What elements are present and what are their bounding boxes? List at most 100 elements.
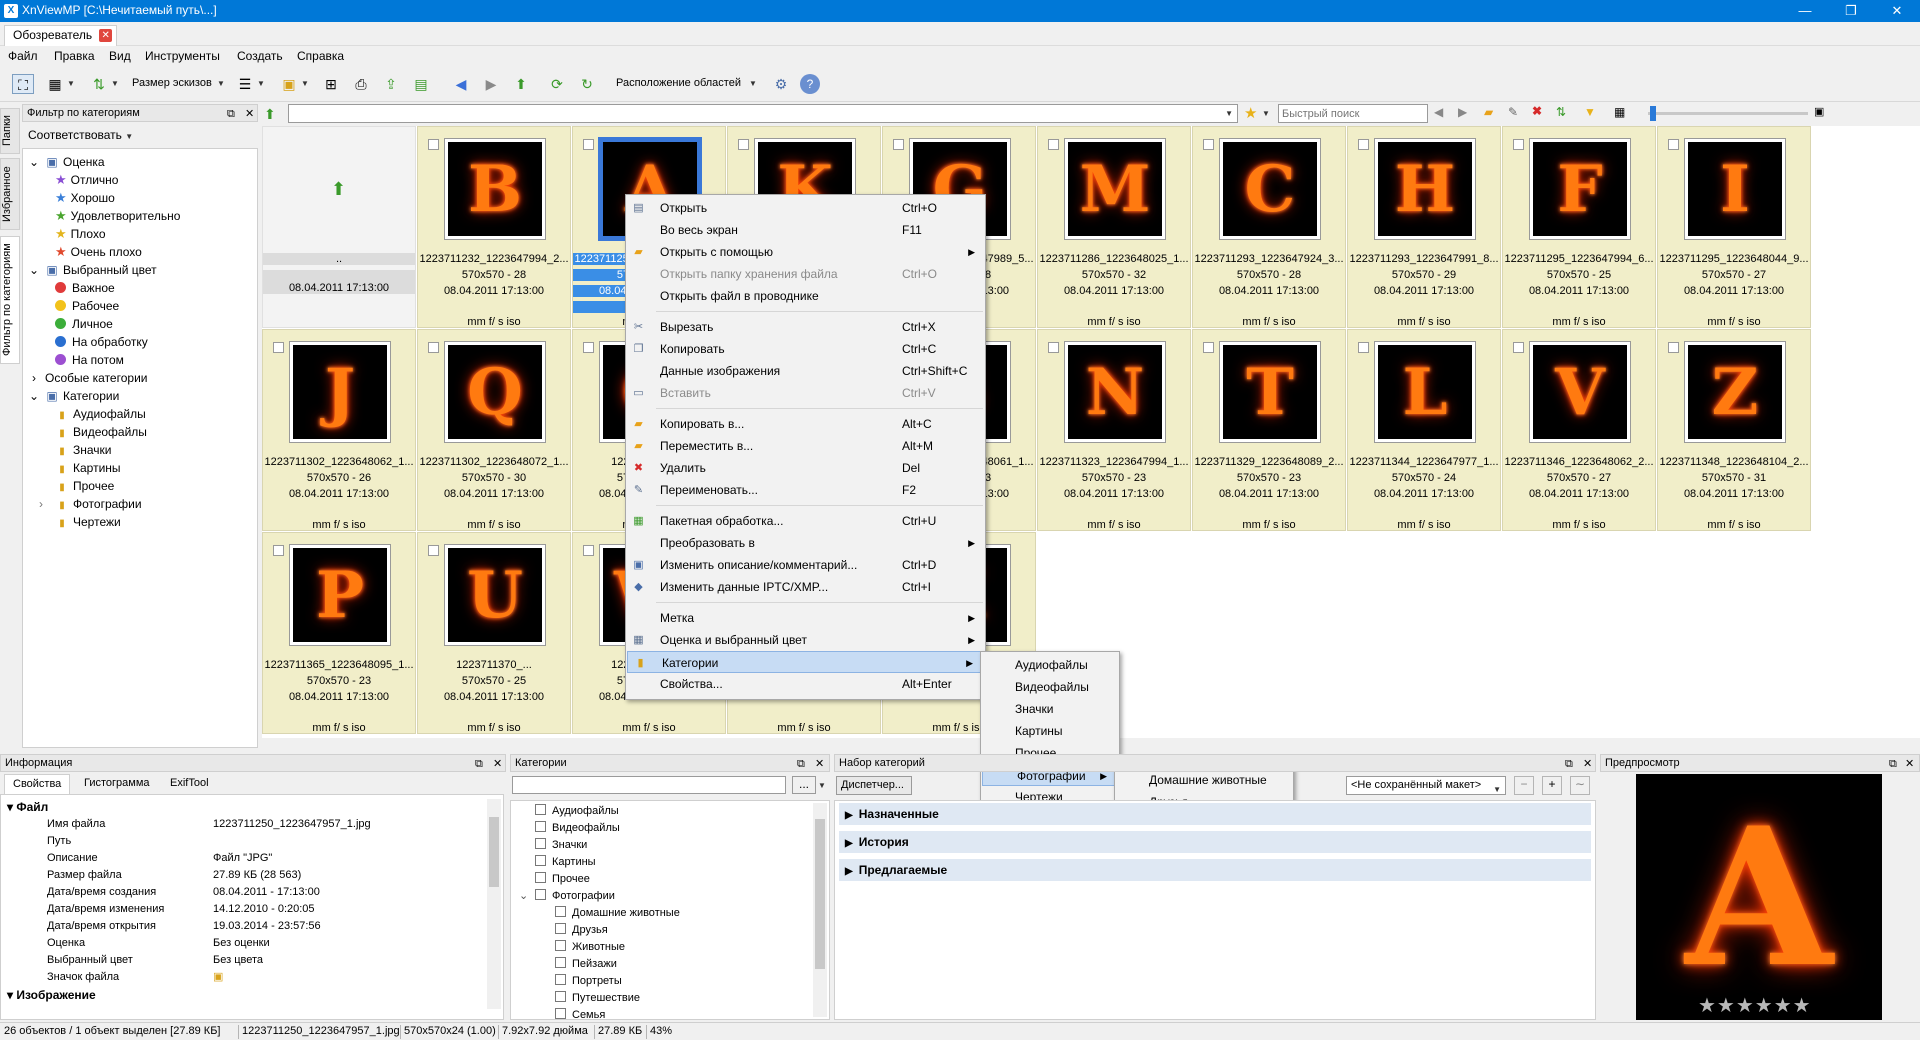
thumb-size-slider[interactable] xyxy=(1648,106,1808,121)
menu-edit[interactable]: Правка xyxy=(54,49,95,63)
filter-tree-item[interactable]: ⌄ ▣ Выбранный цвет xyxy=(27,261,157,279)
close-icon[interactable]: ✕ xyxy=(1905,756,1914,772)
nav-forward-icon[interactable]: ▶ xyxy=(1458,105,1467,119)
filter-tree-item[interactable]: › ▮ Фотографии xyxy=(39,495,142,513)
filter-tree-item[interactable]: › Особые категории xyxy=(27,369,147,387)
filter-icon[interactable]: ☰ xyxy=(234,74,256,94)
category-submenu-item[interactable]: Видеофайлы xyxy=(981,676,1119,698)
context-menu-item[interactable]: ▦ Оценка и выбранный цвет ▶ xyxy=(626,629,985,651)
edit-icon[interactable]: ✎ xyxy=(1508,105,1518,119)
select-checkbox[interactable] xyxy=(428,342,439,353)
category-item[interactable]: Портреты xyxy=(555,973,622,990)
folder-icon[interactable]: ▰ xyxy=(1484,105,1493,119)
filter-tree-item[interactable]: На обработку xyxy=(55,333,148,351)
context-menu-item[interactable]: ✖ Удалить Del xyxy=(626,457,985,479)
filter-tree-item[interactable]: ★ Хорошо xyxy=(55,189,115,207)
section-history[interactable]: ▶ История xyxy=(839,831,1591,853)
print-icon[interactable]: ⎙ xyxy=(350,74,372,94)
category-checkbox[interactable] xyxy=(555,906,566,917)
pin-icon[interactable]: ⧉ xyxy=(227,106,235,122)
expand-right-icon[interactable]: › xyxy=(39,495,43,513)
expand-down-icon[interactable]: ⌄ xyxy=(27,153,41,171)
help-icon[interactable]: ? xyxy=(800,74,820,94)
add-icon[interactable]: + xyxy=(1542,776,1562,795)
select-checkbox[interactable] xyxy=(583,342,594,353)
filter-tree-item[interactable]: ▮ Картины xyxy=(55,459,120,477)
section-suggested[interactable]: ▶ Предлагаемые xyxy=(839,859,1591,881)
select-checkbox[interactable] xyxy=(738,139,749,150)
layout-select[interactable]: <Не сохранённый макет> ▼ xyxy=(1346,776,1506,795)
select-checkbox[interactable] xyxy=(1513,139,1524,150)
tab-histogram[interactable]: Гистограмма xyxy=(84,777,150,789)
context-menu-item[interactable]: ▰ Копировать в... Alt+C xyxy=(626,413,985,435)
category-item[interactable]: Значки xyxy=(535,837,587,854)
context-menu-item[interactable]: Открыть папку хранения файла Ctrl+O xyxy=(626,263,985,285)
delete-x-icon[interactable]: ✖ xyxy=(1532,104,1542,118)
minimize-button[interactable]: — xyxy=(1782,0,1828,22)
category-item[interactable]: Видеофайлы xyxy=(535,820,620,837)
tab-browser[interactable]: Обозреватель ✕ xyxy=(4,25,118,46)
categories-scrollbar[interactable] xyxy=(813,803,827,1017)
nav-back-icon[interactable]: ◀ xyxy=(1434,105,1443,119)
pin-icon[interactable]: ⧉ xyxy=(1889,756,1897,772)
thumbnail-cell[interactable]: H 1223711293_1223647991_8... 570x570 - 29 0… xyxy=(1347,126,1501,328)
pin-icon[interactable]: ⧉ xyxy=(475,756,483,772)
section-assigned[interactable]: ▶ Назначенные xyxy=(839,803,1591,825)
category-item[interactable]: Путешествие xyxy=(555,990,640,1007)
go-up-icon[interactable]: ⬆ xyxy=(264,106,276,123)
filter-tree-item[interactable]: ★ Плохо xyxy=(55,225,106,243)
select-checkbox[interactable] xyxy=(1513,342,1524,353)
context-menu-item[interactable]: ▰ Открыть с помощью ▶ xyxy=(626,241,985,263)
select-checkbox[interactable] xyxy=(583,545,594,556)
category-item[interactable]: Пейзажи xyxy=(555,956,617,973)
context-menu-item[interactable]: Свойства... Alt+Enter xyxy=(626,673,985,695)
thumbnail-cell[interactable]: Z 1223711348_1223648104_2... 570x570 - 31 0… xyxy=(1657,329,1811,531)
filter-tree-item[interactable]: ★ Удовлетворительно xyxy=(55,207,180,225)
favorite-star-icon[interactable]: ★ xyxy=(1244,104,1257,122)
side-tab-folders[interactable]: Папки xyxy=(0,108,20,154)
thumbnail-cell[interactable]: P 1223711365_1223648095_1... 570x570 - 23 0… xyxy=(262,532,416,734)
category-item[interactable]: Прочее xyxy=(535,871,590,888)
scroll-thumb[interactable] xyxy=(815,819,825,969)
rating-stars[interactable]: ★★★★★★ xyxy=(1698,993,1812,1018)
close-icon[interactable]: ✕ xyxy=(245,106,254,122)
photo-submenu-item[interactable]: Домашние животные xyxy=(1115,769,1293,791)
thumbnail-cell[interactable]: B 1223711232_1223647994_2... 570x570 - 28 0… xyxy=(417,126,571,328)
select-checkbox[interactable] xyxy=(273,342,284,353)
thumbnail-cell[interactable]: F 1223711295_1223647994_6... 570x570 - 25 0… xyxy=(1502,126,1656,328)
select-checkbox[interactable] xyxy=(273,545,284,556)
category-item[interactable]: Домашние животные xyxy=(555,905,680,922)
section-file[interactable]: ▾ Файл xyxy=(7,799,48,816)
select-checkbox[interactable] xyxy=(1668,342,1679,353)
filter-tree-item[interactable]: ▮ Значки xyxy=(55,441,111,459)
thumbnail-cell[interactable]: T 1223711329_1223648089_2... 570x570 - 23 0… xyxy=(1192,329,1346,531)
expand-down-icon[interactable]: ⌄ xyxy=(27,261,41,279)
select-checkbox[interactable] xyxy=(428,139,439,150)
context-menu-item[interactable]: Открыть файл в проводнике xyxy=(626,285,985,307)
context-menu-item[interactable]: ◆ Изменить данные IPTC/XMP... Ctrl+I xyxy=(626,576,985,598)
forward-icon[interactable]: ▶ xyxy=(480,74,502,94)
select-checkbox[interactable] xyxy=(1358,342,1369,353)
parent-folder-cell[interactable]: ⬆.. 08.04.2011 17:13:00 xyxy=(262,126,416,328)
context-menu-item[interactable]: Метка ▶ xyxy=(626,607,985,629)
tree-icon[interactable]: ⊞ xyxy=(320,74,342,94)
thumbnail-cell[interactable]: Q 1223711302_1223648072_1... 570x570 - 30 0… xyxy=(417,329,571,531)
context-menu-item[interactable]: ✂ Вырезать Ctrl+X xyxy=(626,316,985,338)
section-image[interactable]: ▾ Изображение xyxy=(7,987,96,1004)
category-checkbox[interactable] xyxy=(555,991,566,1002)
thumbnail-cell[interactable]: C 1223711293_1223647924_3... 570x570 - 28 0… xyxy=(1192,126,1346,328)
filter-tree-item[interactable]: Рабочее xyxy=(55,297,119,315)
context-menu-item[interactable]: ✎ Переименовать... F2 xyxy=(626,479,985,501)
thumb-size-button[interactable]: Размер эскизов xyxy=(132,77,212,89)
expand-right-icon[interactable]: › xyxy=(27,369,41,387)
close-icon[interactable]: ✕ xyxy=(493,756,502,772)
category-checkbox[interactable] xyxy=(555,974,566,985)
category-checkbox[interactable] xyxy=(555,923,566,934)
chevron-down-icon[interactable]: ▼ xyxy=(110,74,120,94)
slider-handle[interactable] xyxy=(1650,106,1656,121)
tab-close-icon[interactable]: ✕ xyxy=(99,29,113,42)
menu-file[interactable]: Файл xyxy=(8,49,38,63)
thumbnail-cell[interactable]: L 1223711344_1223647977_1... 570x570 - 24 0… xyxy=(1347,329,1501,531)
context-menu-item[interactable]: Преобразовать в ▶ xyxy=(626,532,985,554)
select-checkbox[interactable] xyxy=(1048,139,1059,150)
